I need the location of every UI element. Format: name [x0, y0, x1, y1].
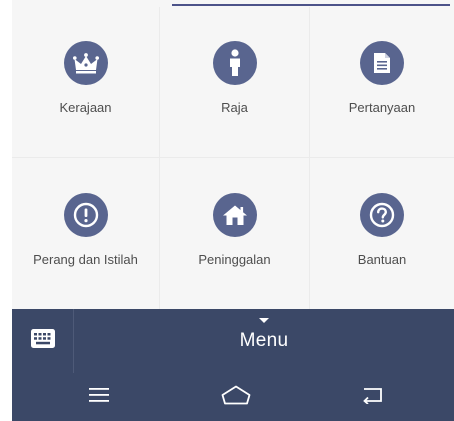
grid-item-label: Bantuan: [357, 251, 407, 267]
grid-item-label: Perang dan Istilah: [33, 251, 138, 267]
house-icon: [212, 192, 257, 237]
back-icon: [361, 386, 385, 409]
grid-item-perang-dan-istilah[interactable]: Perang dan Istilah: [12, 158, 160, 309]
menu-label: Menu: [239, 330, 289, 351]
home-icon: [220, 384, 252, 411]
back-button[interactable]: [343, 373, 403, 421]
grid-item-label: Pertanyaan: [348, 100, 416, 115]
grid-item-label: Kerajaan: [59, 100, 112, 115]
menu-grid: Kerajaan Raja Pertanyaan Perang dan Isti…: [12, 7, 454, 309]
document-icon: [360, 41, 404, 85]
question-icon: [360, 192, 404, 237]
menu-toggle[interactable]: Menu: [74, 309, 454, 373]
menu-bar: Menu: [12, 309, 454, 373]
app-screen: Kerajaan Raja Pertanyaan Perang dan Isti…: [0, 0, 454, 421]
keyboard-icon: [30, 329, 55, 353]
home-button[interactable]: [206, 373, 266, 421]
menu-grid-area: Kerajaan Raja Pertanyaan Perang dan Isti…: [12, 0, 454, 309]
system-nav-bar: [12, 373, 454, 421]
grid-item-kerajaan[interactable]: Kerajaan: [12, 7, 160, 158]
caret-down-icon: [259, 318, 269, 323]
menu-lines-icon: [88, 387, 110, 408]
grid-item-raja[interactable]: Raja: [160, 7, 310, 158]
grid-item-peninggalan[interactable]: Peninggalan: [160, 158, 310, 309]
grid-item-bantuan[interactable]: Bantuan: [310, 158, 454, 309]
exclamation-icon: [63, 192, 108, 237]
top-accent-line: [172, 4, 450, 6]
grid-item-label: Peninggalan: [198, 251, 271, 267]
grid-item-pertanyaan[interactable]: Pertanyaan: [310, 7, 454, 158]
person-info-icon: [212, 41, 257, 85]
crown-icon: [63, 41, 108, 85]
keyboard-button[interactable]: [12, 309, 74, 373]
grid-item-label: Raja: [221, 100, 248, 115]
recent-apps-button[interactable]: [69, 373, 129, 421]
